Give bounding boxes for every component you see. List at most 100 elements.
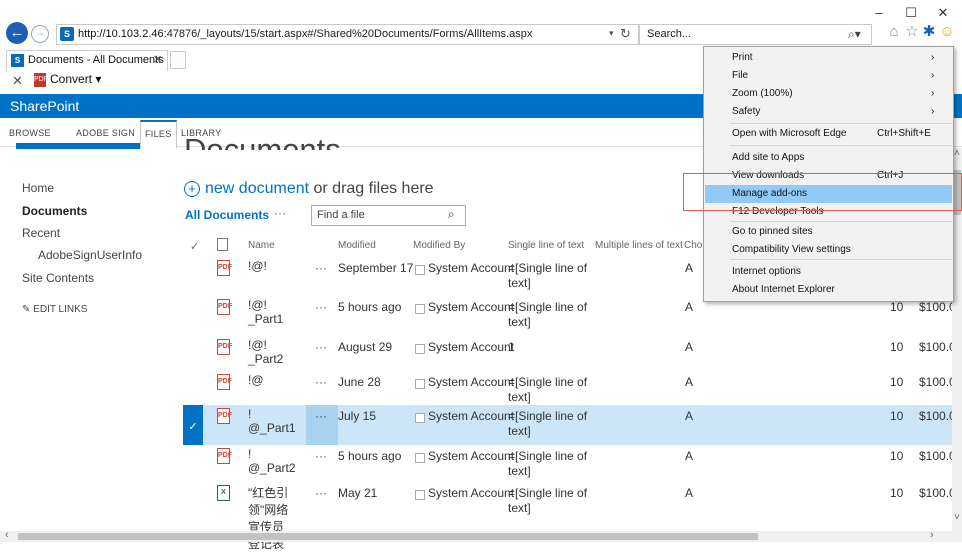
menu-item-safety[interactable]: Safety ›	[705, 103, 952, 121]
search-icon[interactable]: ⌕▾	[848, 27, 861, 42]
browser-tab[interactable]: S Documents - All Documents ✕	[6, 50, 168, 71]
new-tab-button[interactable]	[170, 51, 186, 69]
column-modified[interactable]: Modified	[338, 240, 376, 251]
row-more-dots[interactable]: ···	[315, 261, 327, 275]
address-dropdown-icon[interactable]: ▾	[609, 28, 614, 39]
new-document-link[interactable]: + new document or drag files here	[184, 180, 434, 198]
tab-close-icon[interactable]: ✕	[153, 53, 162, 66]
scroll-right-icon[interactable]: ›	[930, 529, 934, 541]
row-name[interactable]: ! @_Part1	[248, 407, 296, 435]
maximize-button[interactable]: ☐	[899, 4, 923, 22]
row-modified-by[interactable]: System Account	[428, 375, 514, 389]
row-more-dots[interactable]: ···	[315, 375, 327, 389]
convert-button[interactable]: PDF Convert ▾	[34, 72, 101, 87]
select-all-check-icon[interactable]: ✓	[190, 240, 199, 253]
menu-item-file[interactable]: File ›	[705, 67, 952, 85]
pdf-file-icon[interactable]: PDF	[217, 374, 232, 390]
close-button[interactable]: ✕	[931, 4, 955, 22]
presence-checkbox[interactable]	[415, 379, 425, 389]
nav-documents[interactable]: Documents	[22, 204, 87, 218]
pdf-file-icon[interactable]: PDF	[217, 408, 232, 424]
excel-file-icon[interactable]: X	[217, 485, 230, 501]
view-all-documents[interactable]: All Documents	[185, 208, 269, 222]
row-more-dots[interactable]: ···	[315, 409, 327, 423]
row-selected-check-icon[interactable]: ✓	[183, 405, 203, 445]
gear-icon[interactable]: ✱	[920, 23, 938, 41]
presence-checkbox[interactable]	[415, 453, 425, 463]
pdf-file-icon[interactable]: PDF	[217, 339, 232, 355]
nav-site-contents[interactable]: Site Contents	[22, 271, 94, 285]
search-icon[interactable]: ⌕	[448, 207, 455, 222]
row-modified-by[interactable]: System Account	[428, 486, 514, 500]
address-bar[interactable]: S http://10.103.2.46:47876/_layouts/15/s…	[56, 24, 639, 45]
smiley-feedback-icon[interactable]: ☺	[938, 23, 956, 41]
view-more-dots[interactable]: ···	[274, 206, 286, 220]
column-choice[interactable]: Choi	[684, 240, 705, 251]
table-row[interactable]: PDF !@! _Part2 ··· August 29 System Account 1 A…	[183, 336, 962, 376]
home-icon[interactable]: ⌂	[885, 23, 903, 41]
presence-checkbox[interactable]	[415, 490, 425, 500]
pdf-file-icon[interactable]: PDF	[217, 448, 232, 464]
row-modified-by[interactable]: System Account	[428, 300, 514, 314]
menu-item-print[interactable]: Print ›	[705, 49, 952, 67]
search-box[interactable]: Search... ⌕▾	[639, 24, 872, 45]
scroll-left-icon[interactable]: ‹	[5, 529, 9, 541]
presence-checkbox[interactable]	[415, 413, 425, 423]
row-modified: 5 hours ago	[338, 449, 402, 463]
row-name[interactable]: ! @_Part2	[248, 447, 296, 475]
minimize-button[interactable]: –	[867, 4, 891, 22]
table-row[interactable]: PDF !@! _Part1 ··· 5 hours ago System Account…	[183, 296, 962, 336]
column-multiple-lines[interactable]: Multiple lines of text	[595, 240, 683, 251]
back-arrow-icon[interactable]: ←	[6, 22, 28, 44]
sharepoint-brand[interactable]: SharePoint	[10, 98, 79, 114]
column-single-line[interactable]: Single line of text	[508, 240, 584, 251]
row-more-dots[interactable]: ···	[315, 300, 327, 314]
commandbar-close-icon[interactable]: ✕	[12, 73, 23, 89]
forward-arrow-icon[interactable]: →	[31, 25, 49, 43]
column-name[interactable]: Name	[248, 240, 275, 251]
row-more-dots[interactable]: ···	[315, 486, 327, 500]
menu-item-zoom-100[interactable]: Zoom (100%) ›	[705, 85, 952, 103]
row-name[interactable]: !@! _Part1	[248, 298, 283, 326]
pdf-file-icon[interactable]: PDF	[217, 299, 232, 315]
row-single-line: =[Single line of text]	[508, 375, 588, 404]
column-modified-by[interactable]: Modified By	[413, 240, 465, 251]
row-modified-by[interactable]: System Account	[428, 409, 514, 423]
row-name[interactable]: !@	[248, 373, 264, 387]
presence-checkbox[interactable]	[415, 304, 425, 314]
nav-home[interactable]: Home	[22, 181, 54, 195]
tab-files[interactable]: FILES	[140, 120, 177, 148]
menu-item-open-with-microsoft-edge[interactable]: Open with Microsoft Edge Ctrl+Shift+E	[705, 125, 952, 143]
tab-adobe-sign[interactable]: ADOBE SIGN	[76, 128, 135, 138]
scroll-down-icon[interactable]: ˅	[954, 512, 960, 523]
row-modified-by[interactable]: System Account	[428, 340, 514, 354]
table-row[interactable]: X "红色引 领"网络 宣传员 登记表 ··· May 21 System Account =[…	[183, 482, 962, 551]
tab-browse[interactable]: BROWSE	[9, 128, 51, 138]
row-more-dots[interactable]: ···	[315, 340, 327, 354]
edit-links[interactable]: ✎ EDIT LINKS	[22, 304, 87, 315]
row-name[interactable]: !@! _Part2	[248, 338, 283, 366]
nav-recent[interactable]: Recent	[22, 226, 60, 240]
scroll-up-icon[interactable]: ˄	[954, 148, 960, 159]
favorites-star-icon[interactable]: ☆	[903, 23, 921, 41]
horizontal-scroll-thumb[interactable]	[18, 533, 758, 540]
row-modified-by[interactable]: System Account	[428, 261, 514, 275]
table-row[interactable]: PDF ! @_Part2 ··· 5 hours ago System Account =…	[183, 445, 962, 485]
menu-item-go-to-pinned-sites[interactable]: Go to pinned sites	[705, 223, 952, 241]
menu-item-internet-options[interactable]: Internet options	[705, 263, 952, 281]
presence-checkbox[interactable]	[415, 265, 425, 275]
table-row[interactable]: ✓ PDF ! @_Part1 ··· July 15 System Account =[Si…	[183, 405, 962, 445]
menu-item-about-internet-explorer[interactable]: About Internet Explorer	[705, 281, 952, 299]
presence-checkbox[interactable]	[415, 344, 425, 354]
chevron-right-icon: ›	[931, 52, 935, 63]
row-name[interactable]: !@!	[248, 259, 267, 273]
find-file-input[interactable]: Find a file ⌕	[311, 205, 466, 226]
menu-item-compatibility-view-settings[interactable]: Compatibility View settings	[705, 241, 952, 259]
row-more-dots[interactable]: ···	[315, 449, 327, 463]
row-number: 10	[890, 375, 904, 389]
nav-adobesignuserinfo[interactable]: AdobeSignUserInfo	[38, 248, 142, 262]
refresh-icon[interactable]: ↻	[620, 26, 631, 42]
row-modified-by[interactable]: System Account	[428, 449, 514, 463]
pdf-file-icon[interactable]: PDF	[217, 260, 232, 276]
menu-item-add-site-to-apps[interactable]: Add site to Apps	[705, 149, 952, 167]
